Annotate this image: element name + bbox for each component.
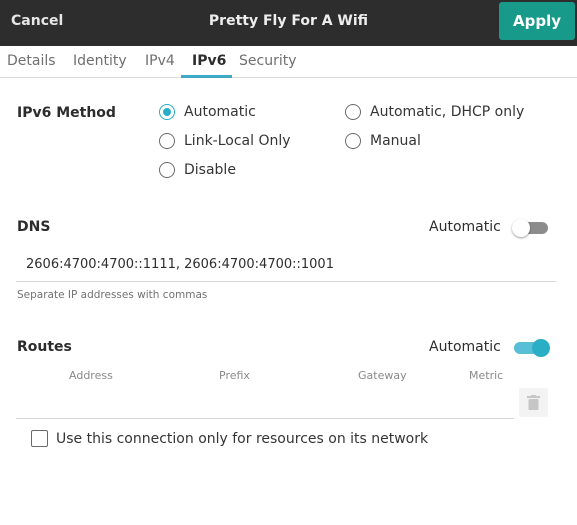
- radio-disable[interactable]: Disable: [159, 162, 236, 178]
- toggle-knob: [512, 219, 530, 237]
- radio-circle[interactable]: [159, 133, 175, 149]
- routes-automatic-toggle[interactable]: [514, 339, 550, 357]
- radio-label: Disable: [184, 162, 236, 178]
- radio-automatic[interactable]: Automatic: [159, 104, 256, 120]
- tab-bar: Details Identity IPv4 IPv6 Security: [0, 46, 577, 78]
- routes-column-prefix: Prefix: [219, 369, 250, 382]
- only-resources-checkbox[interactable]: [31, 430, 48, 447]
- radio-label: Automatic: [184, 104, 256, 120]
- dns-servers-value: 2606:4700:4700::1111, 2606:4700:4700::10…: [26, 257, 334, 272]
- dns-servers-field[interactable]: 2606:4700:4700::1111, 2606:4700:4700::10…: [16, 254, 556, 282]
- routes-label: Routes: [17, 339, 72, 355]
- ipv6-method-label: IPv6 Method: [17, 105, 116, 121]
- active-tab-indicator: [181, 75, 232, 78]
- only-resources-label: Use this connection only for resources o…: [56, 430, 429, 447]
- radio-link-local-only[interactable]: Link-Local Only: [159, 133, 291, 149]
- radio-circle[interactable]: [345, 133, 361, 149]
- routes-automatic-label: Automatic: [429, 339, 501, 355]
- radio-label: Automatic, DHCP only: [370, 104, 525, 120]
- only-resources-option[interactable]: Use this connection only for resources o…: [31, 430, 428, 447]
- tab-security[interactable]: Security: [239, 53, 297, 69]
- tab-details[interactable]: Details: [7, 53, 56, 69]
- dns-automatic-label: Automatic: [429, 219, 501, 235]
- tab-ipv4[interactable]: IPv4: [145, 53, 175, 69]
- radio-circle[interactable]: [345, 104, 361, 120]
- apply-button[interactable]: Apply: [499, 2, 575, 40]
- routes-column-metric: Metric: [469, 369, 504, 382]
- radio-label: Link-Local Only: [184, 133, 291, 149]
- tab-ipv6[interactable]: IPv6: [192, 53, 226, 69]
- dns-hint: Separate IP addresses with commas: [17, 289, 208, 301]
- radio-manual[interactable]: Manual: [345, 133, 421, 149]
- radio-circle[interactable]: [159, 104, 175, 120]
- radio-label: Manual: [370, 133, 421, 149]
- dns-automatic-toggle[interactable]: [512, 219, 548, 237]
- radio-circle[interactable]: [159, 162, 175, 178]
- delete-route-button[interactable]: [519, 388, 548, 417]
- route-row-underline: [16, 418, 514, 419]
- header-bar: Cancel Pretty Fly For A Wifi Apply: [0, 0, 577, 46]
- routes-column-gateway: Gateway: [358, 369, 407, 382]
- tab-identity[interactable]: Identity: [73, 53, 127, 69]
- dialog-title: Pretty Fly For A Wifi: [208, 13, 369, 29]
- toggle-knob: [532, 339, 550, 357]
- trash-icon: [527, 395, 540, 410]
- routes-column-address: Address: [69, 369, 113, 382]
- radio-automatic-dhcp-only[interactable]: Automatic, DHCP only: [345, 104, 524, 120]
- dns-label: DNS: [17, 219, 51, 235]
